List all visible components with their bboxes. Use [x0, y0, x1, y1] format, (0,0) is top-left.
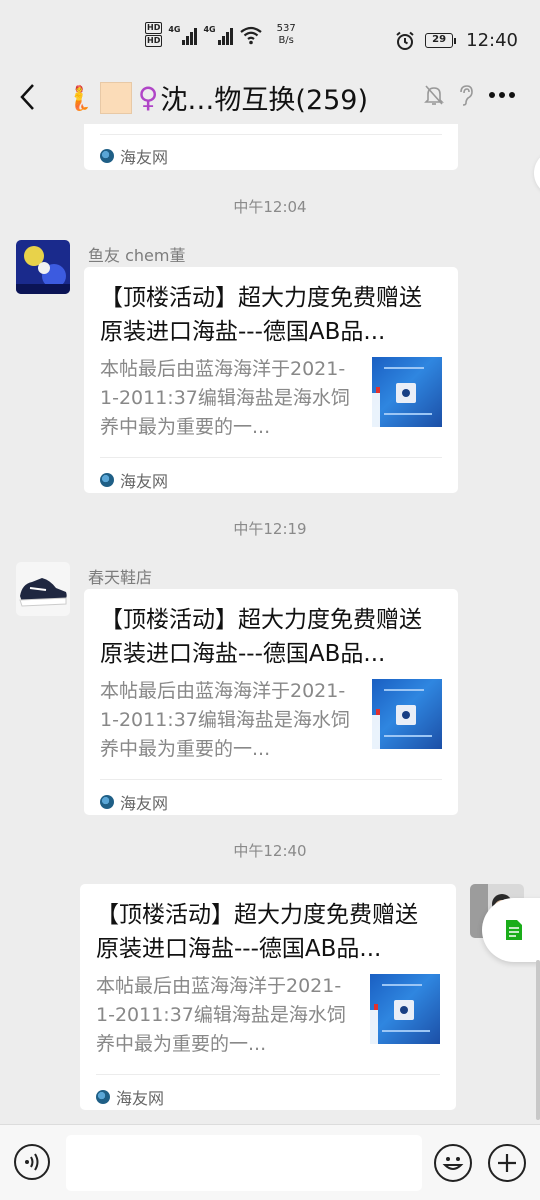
- plus-icon: [498, 1154, 516, 1172]
- more-icon[interactable]: [488, 91, 516, 99]
- floating-doc-bubble[interactable]: [482, 898, 540, 962]
- status-right: 29 12:40: [395, 30, 518, 51]
- chat-header: 🧜 ♀ 沈…物互换(259): [0, 70, 540, 124]
- alarm-icon: [396, 31, 414, 50]
- status-bar: HD HD 4G 4G 537 B/s 29 12:40: [0, 0, 540, 70]
- card-source: 海友网: [100, 144, 168, 168]
- emoji-icon: [442, 1157, 464, 1170]
- wifi-icon: [239, 26, 262, 45]
- haiyou-logo-icon: [100, 149, 114, 163]
- link-card-partial[interactable]: 海友网: [84, 124, 458, 170]
- mermaid-emoji-icon: 🧜: [64, 83, 94, 112]
- chat-title: 🧜 ♀ 沈…物互换(259): [64, 78, 368, 117]
- card-description: 本帖最后由蓝海海洋于2021-1-2011:37编辑海盐是海水饲养中最为重要的一…: [96, 975, 346, 1055]
- net-speed: 537 B/s: [276, 23, 296, 46]
- card-thumbnail: [372, 679, 442, 749]
- signal-2-icon: 4G: [203, 25, 233, 45]
- card-title: 【顶楼活动】超大力度免费赠送原装进口海盐---德国AB品...: [100, 607, 422, 667]
- battery-icon: 29: [425, 33, 457, 48]
- hd-badge-1: HD: [145, 22, 163, 34]
- message-list[interactable]: 海友网 中午12:04 鱼友 chem董 【顶楼活动】超大力度免费赠送原装进口海…: [0, 124, 540, 1124]
- card-source: 海友网: [100, 790, 168, 814]
- chat-title-text: 沈…物互换(259): [160, 85, 369, 116]
- back-icon[interactable]: [16, 82, 40, 112]
- link-card-self[interactable]: 【顶楼活动】超大力度免费赠送原装进口海盐---德国AB品... 本帖最后由蓝海海…: [80, 884, 456, 1110]
- document-icon: [506, 920, 522, 940]
- card-source: 海友网: [96, 1085, 164, 1109]
- message-input[interactable]: [66, 1135, 422, 1191]
- status-left: HD HD 4G 4G 537 B/s: [145, 22, 296, 48]
- avatar[interactable]: [16, 562, 70, 616]
- card-description: 本帖最后由蓝海海洋于2021-1-2011:37编辑海盐是海水饲养中最为重要的一…: [100, 680, 350, 760]
- hd-badges: HD HD: [145, 22, 163, 48]
- link-card[interactable]: 【顶楼活动】超大力度免费赠送原装进口海盐---德国AB品... 本帖最后由蓝海海…: [84, 589, 458, 815]
- haiyou-logo-icon: [100, 795, 114, 809]
- beige-square-emoji-icon: [99, 81, 132, 114]
- voice-icon: [25, 1153, 39, 1171]
- haiyou-logo-icon: [96, 1090, 110, 1104]
- shoe-avatar-icon: [16, 562, 70, 616]
- haiyou-logo-icon: [100, 473, 114, 487]
- card-title: 【顶楼活动】超大力度免费赠送原装进口海盐---德国AB品...: [100, 285, 422, 345]
- card-description: 本帖最后由蓝海海洋于2021-1-2011:37编辑海盐是海水饲养中最为重要的一…: [100, 358, 350, 438]
- emoji-button[interactable]: [434, 1144, 472, 1182]
- scrollbar[interactable]: [536, 960, 540, 1120]
- link-card[interactable]: 【顶楼活动】超大力度免费赠送原装进口海盐---德国AB品... 本帖最后由蓝海海…: [84, 267, 458, 493]
- signal-1-icon: 4G: [168, 25, 198, 45]
- card-thumbnail: [370, 974, 440, 1044]
- timestamp: 中午12:40: [233, 842, 307, 860]
- hd-badge-2: HD: [145, 35, 163, 47]
- plus-button[interactable]: [488, 1144, 526, 1182]
- female-sign-icon: ♀: [137, 81, 159, 114]
- clock: 12:40: [466, 30, 518, 51]
- sender-name: 春天鞋店: [88, 568, 153, 587]
- fish-avatar-icon: [16, 240, 70, 294]
- ear-icon: [460, 85, 473, 106]
- voice-button[interactable]: [14, 1144, 50, 1180]
- timestamp: 中午12:04: [233, 198, 307, 216]
- avatar[interactable]: [16, 240, 70, 294]
- input-bar: [0, 1124, 540, 1200]
- card-title: 【顶楼活动】超大力度免费赠送原装进口海盐---德国AB品...: [96, 902, 418, 962]
- battery-level: 29: [425, 33, 454, 48]
- mute-bell-icon: [424, 85, 444, 105]
- card-source: 海友网: [100, 468, 168, 492]
- card-thumbnail: [372, 357, 442, 427]
- timestamp: 中午12:19: [233, 520, 307, 538]
- header-actions: [424, 84, 516, 106]
- sender-name: 鱼友 chem董: [88, 246, 186, 265]
